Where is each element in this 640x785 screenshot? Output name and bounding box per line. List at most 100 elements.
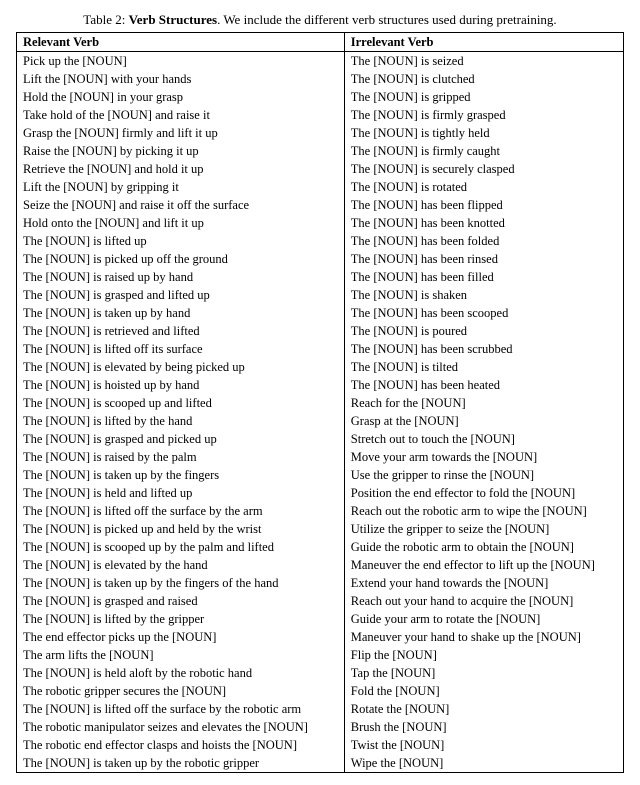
cell-relevant-verb: The [NOUN] is retrieved and lifted: [17, 322, 345, 340]
table-row: Raise the [NOUN] by picking it upThe [NO…: [17, 142, 624, 160]
table-row: The [NOUN] is taken up by the fingersUse…: [17, 466, 624, 484]
caption-desc: . We include the different verb structur…: [217, 12, 557, 27]
cell-irrelevant-verb: Reach for the [NOUN]: [344, 394, 623, 412]
cell-relevant-verb: Hold onto the [NOUN] and lift it up: [17, 214, 345, 232]
cell-relevant-verb: The [NOUN] is held and lifted up: [17, 484, 345, 502]
cell-relevant-verb: The [NOUN] is picked up and held by the …: [17, 520, 345, 538]
cell-irrelevant-verb: Extend your hand towards the [NOUN]: [344, 574, 623, 592]
cell-irrelevant-verb: Grasp at the [NOUN]: [344, 412, 623, 430]
cell-relevant-verb: The [NOUN] is lifted up: [17, 232, 345, 250]
cell-irrelevant-verb: Utilize the gripper to seize the [NOUN]: [344, 520, 623, 538]
table-row: The robotic gripper secures the [NOUN]Fo…: [17, 682, 624, 700]
cell-relevant-verb: The end effector picks up the [NOUN]: [17, 628, 345, 646]
cell-irrelevant-verb: Stretch out to touch the [NOUN]: [344, 430, 623, 448]
cell-relevant-verb: Pick up the [NOUN]: [17, 52, 345, 71]
cell-irrelevant-verb: The [NOUN] has been knotted: [344, 214, 623, 232]
table-row: The arm lifts the [NOUN]Flip the [NOUN]: [17, 646, 624, 664]
cell-irrelevant-verb: Maneuver the end effector to lift up the…: [344, 556, 623, 574]
table-row: The [NOUN] is taken up by the fingers of…: [17, 574, 624, 592]
cell-relevant-verb: The [NOUN] is held aloft by the robotic …: [17, 664, 345, 682]
cell-irrelevant-verb: Reach out your hand to acquire the [NOUN…: [344, 592, 623, 610]
table-row: The [NOUN] is scooped up and liftedReach…: [17, 394, 624, 412]
cell-relevant-verb: The arm lifts the [NOUN]: [17, 646, 345, 664]
cell-relevant-verb: The [NOUN] is scooped up and lifted: [17, 394, 345, 412]
table-caption: Table 2: Verb Structures. We include the…: [16, 12, 624, 28]
table-row: The [NOUN] is raised by the palmMove you…: [17, 448, 624, 466]
cell-relevant-verb: The [NOUN] is elevated by the hand: [17, 556, 345, 574]
cell-irrelevant-verb: The [NOUN] is securely clasped: [344, 160, 623, 178]
cell-relevant-verb: Grasp the [NOUN] firmly and lift it up: [17, 124, 345, 142]
cell-relevant-verb: The [NOUN] is hoisted up by hand: [17, 376, 345, 394]
header-irrelevant-verb: Irrelevant Verb: [344, 33, 623, 52]
cell-relevant-verb: The [NOUN] is lifted by the hand: [17, 412, 345, 430]
cell-irrelevant-verb: Fold the [NOUN]: [344, 682, 623, 700]
cell-irrelevant-verb: Tap the [NOUN]: [344, 664, 623, 682]
cell-relevant-verb: Seize the [NOUN] and raise it off the su…: [17, 196, 345, 214]
cell-irrelevant-verb: Move your arm towards the [NOUN]: [344, 448, 623, 466]
cell-relevant-verb: The robotic end effector clasps and hois…: [17, 736, 345, 754]
cell-irrelevant-verb: The [NOUN] has been folded: [344, 232, 623, 250]
cell-relevant-verb: The robotic manipulator seizes and eleva…: [17, 718, 345, 736]
cell-irrelevant-verb: The [NOUN] is rotated: [344, 178, 623, 196]
cell-irrelevant-verb: Brush the [NOUN]: [344, 718, 623, 736]
cell-irrelevant-verb: Flip the [NOUN]: [344, 646, 623, 664]
table-row: Hold the [NOUN] in your graspThe [NOUN] …: [17, 88, 624, 106]
cell-relevant-verb: Retrieve the [NOUN] and hold it up: [17, 160, 345, 178]
table-row: The [NOUN] is picked up and held by the …: [17, 520, 624, 538]
table-row: The [NOUN] is lifted by the handGrasp at…: [17, 412, 624, 430]
table-row: The [NOUN] is lifted by the gripperGuide…: [17, 610, 624, 628]
table-row: The [NOUN] is elevated by the handManeuv…: [17, 556, 624, 574]
cell-relevant-verb: Raise the [NOUN] by picking it up: [17, 142, 345, 160]
cell-relevant-verb: The [NOUN] is grasped and lifted up: [17, 286, 345, 304]
table-row: Retrieve the [NOUN] and hold it upThe [N…: [17, 160, 624, 178]
table-row: The [NOUN] is taken up by handThe [NOUN]…: [17, 304, 624, 322]
cell-relevant-verb: The [NOUN] is lifted off the surface by …: [17, 502, 345, 520]
cell-relevant-verb: The [NOUN] is lifted by the gripper: [17, 610, 345, 628]
table-row: Hold onto the [NOUN] and lift it upThe […: [17, 214, 624, 232]
table-row: The [NOUN] is raised up by handThe [NOUN…: [17, 268, 624, 286]
cell-irrelevant-verb: The [NOUN] is firmly grasped: [344, 106, 623, 124]
cell-irrelevant-verb: The [NOUN] has been rinsed: [344, 250, 623, 268]
table-row: The [NOUN] is picked up off the groundTh…: [17, 250, 624, 268]
cell-relevant-verb: Lift the [NOUN] by gripping it: [17, 178, 345, 196]
cell-irrelevant-verb: Guide your arm to rotate the [NOUN]: [344, 610, 623, 628]
cell-relevant-verb: The [NOUN] is taken up by the fingers: [17, 466, 345, 484]
table-row: The [NOUN] is held aloft by the robotic …: [17, 664, 624, 682]
cell-relevant-verb: The [NOUN] is elevated by being picked u…: [17, 358, 345, 376]
table-row: Lift the [NOUN] with your handsThe [NOUN…: [17, 70, 624, 88]
cell-relevant-verb: The [NOUN] is grasped and picked up: [17, 430, 345, 448]
cell-irrelevant-verb: The [NOUN] is tilted: [344, 358, 623, 376]
cell-relevant-verb: The [NOUN] is lifted off the surface by …: [17, 700, 345, 718]
table-row: The [NOUN] is scooped up by the palm and…: [17, 538, 624, 556]
cell-relevant-verb: The [NOUN] is grasped and raised: [17, 592, 345, 610]
verb-structures-table: Relevant Verb Irrelevant Verb Pick up th…: [16, 32, 624, 773]
cell-relevant-verb: The [NOUN] is taken up by hand: [17, 304, 345, 322]
cell-irrelevant-verb: Guide the robotic arm to obtain the [NOU…: [344, 538, 623, 556]
cell-irrelevant-verb: Wipe the [NOUN]: [344, 754, 623, 773]
table-row: Take hold of the [NOUN] and raise itThe …: [17, 106, 624, 124]
cell-irrelevant-verb: The [NOUN] has been scrubbed: [344, 340, 623, 358]
table-row: The end effector picks up the [NOUN]Mane…: [17, 628, 624, 646]
cell-irrelevant-verb: Use the gripper to rinse the [NOUN]: [344, 466, 623, 484]
cell-irrelevant-verb: The [NOUN] is poured: [344, 322, 623, 340]
cell-irrelevant-verb: Twist the [NOUN]: [344, 736, 623, 754]
table-row: The [NOUN] is lifted off the surface by …: [17, 700, 624, 718]
cell-irrelevant-verb: The [NOUN] is clutched: [344, 70, 623, 88]
cell-relevant-verb: Lift the [NOUN] with your hands: [17, 70, 345, 88]
cell-irrelevant-verb: The [NOUN] has been flipped: [344, 196, 623, 214]
cell-irrelevant-verb: The [NOUN] is gripped: [344, 88, 623, 106]
cell-irrelevant-verb: The [NOUN] is shaken: [344, 286, 623, 304]
cell-relevant-verb: The [NOUN] is picked up off the ground: [17, 250, 345, 268]
cell-irrelevant-verb: The [NOUN] is firmly caught: [344, 142, 623, 160]
table-row: The robotic end effector clasps and hois…: [17, 736, 624, 754]
cell-relevant-verb: The [NOUN] is raised up by hand: [17, 268, 345, 286]
table-row: The robotic manipulator seizes and eleva…: [17, 718, 624, 736]
cell-irrelevant-verb: The [NOUN] has been filled: [344, 268, 623, 286]
cell-irrelevant-verb: Maneuver your hand to shake up the [NOUN…: [344, 628, 623, 646]
table-row: Seize the [NOUN] and raise it off the su…: [17, 196, 624, 214]
cell-irrelevant-verb: Position the end effector to fold the [N…: [344, 484, 623, 502]
cell-irrelevant-verb: Reach out the robotic arm to wipe the [N…: [344, 502, 623, 520]
cell-irrelevant-verb: The [NOUN] is tightly held: [344, 124, 623, 142]
table-header-row: Relevant Verb Irrelevant Verb: [17, 33, 624, 52]
table-row: The [NOUN] is hoisted up by handThe [NOU…: [17, 376, 624, 394]
